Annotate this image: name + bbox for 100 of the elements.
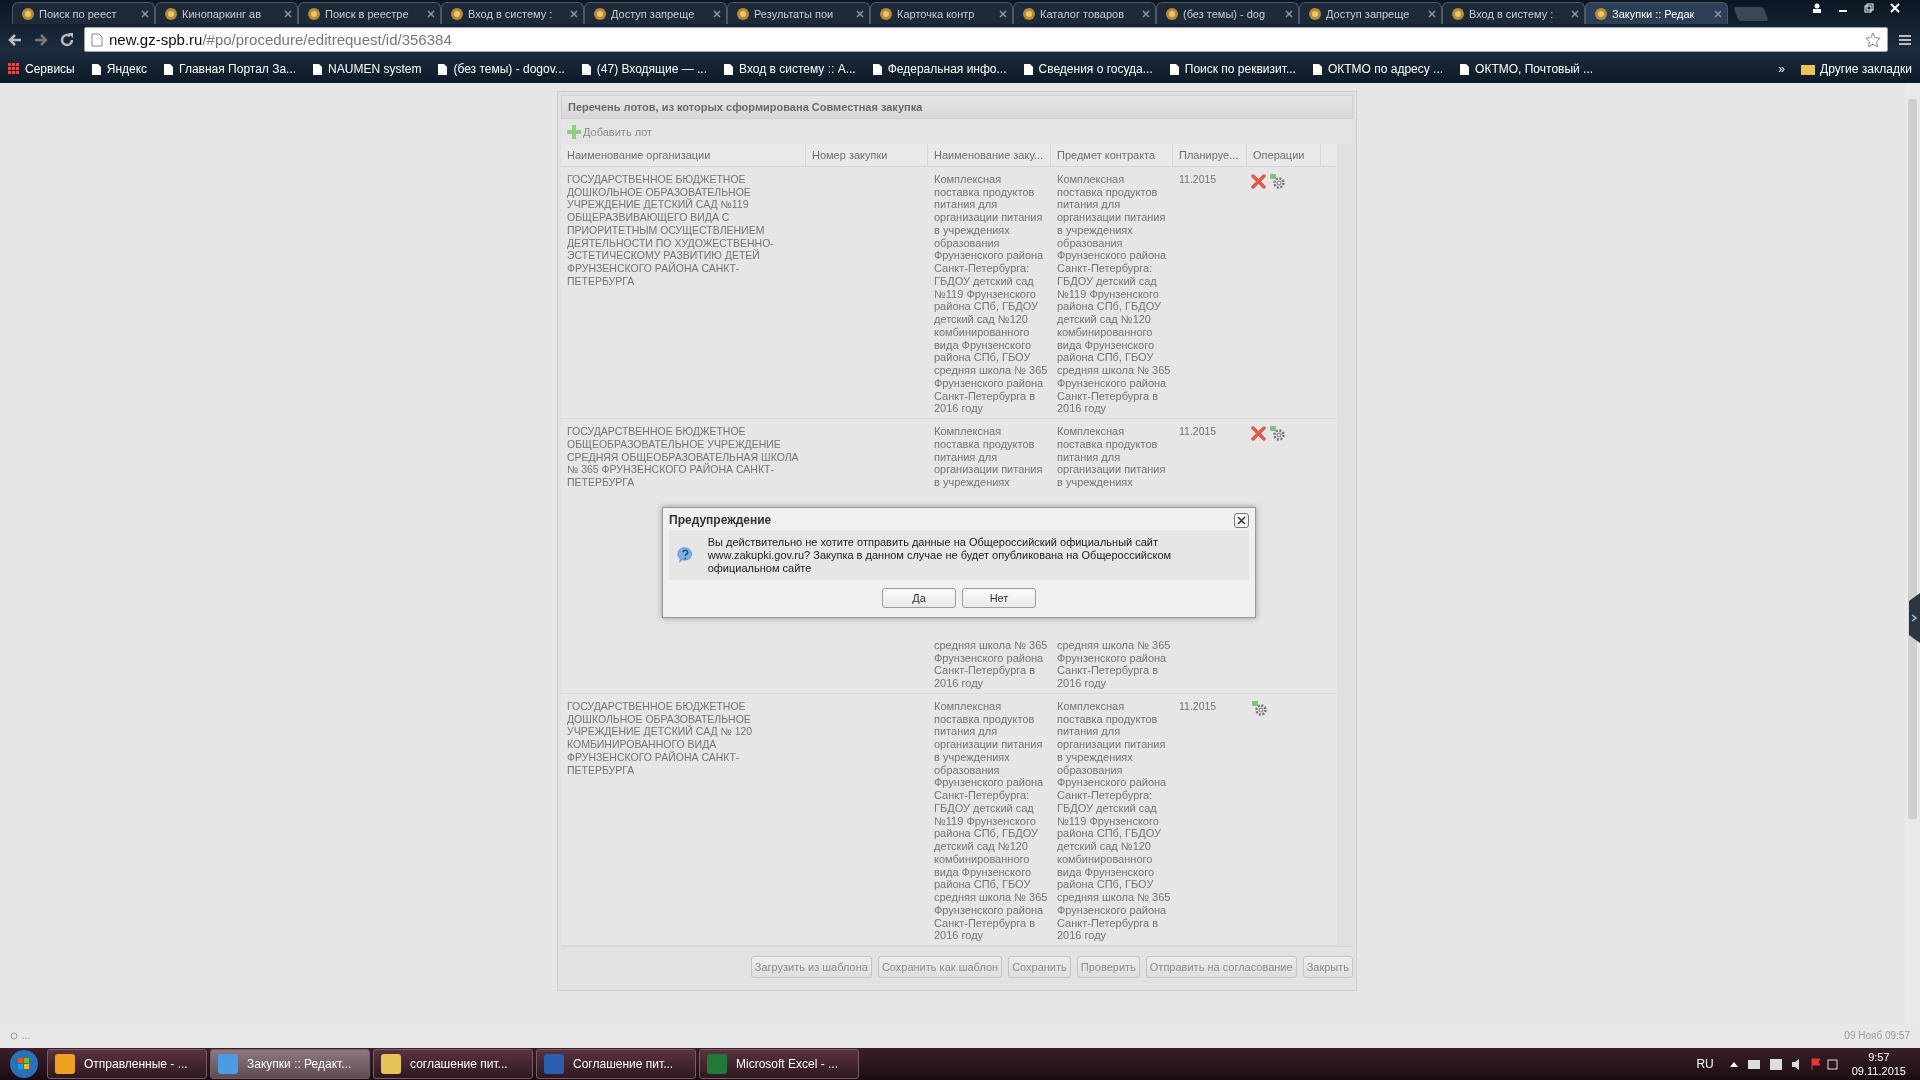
browser-tab[interactable]: (без темы) - dog xyxy=(1156,2,1299,24)
table-cell-text: 11.2015 xyxy=(1178,699,1218,713)
close-icon[interactable] xyxy=(713,9,721,18)
table-cell: средняя школа № 365 Фрунзенского района Санкт-Петербурга в 2016 году xyxy=(1057,638,1171,690)
table-cell-text: Комплексная поставка продуктов питания для организации питания в учреждениях xyxy=(1057,425,1167,489)
column-header[interactable]: Наименование заку... xyxy=(928,143,1051,166)
bookmark-link[interactable]: NAUMEN system xyxy=(312,62,422,76)
bookmark-link[interactable]: Поиск по реквизит... xyxy=(1168,62,1296,76)
close-icon[interactable] xyxy=(1142,9,1150,18)
page-icon xyxy=(1022,6,1036,21)
address-field[interactable]: new.gz-spb.ru/#po/procedure/editrequest/id/356384 xyxy=(84,27,1888,52)
bookmark-link[interactable]: ОКТМО по адресу ... xyxy=(1311,62,1444,76)
browser-tab[interactable]: Поиск в реестре xyxy=(298,2,441,24)
column-header[interactable]: Наименование организации xyxy=(561,143,806,166)
close-icon[interactable] xyxy=(1428,9,1436,18)
page-icon xyxy=(1594,6,1608,21)
browser-tab[interactable]: Поиск по реест xyxy=(12,2,155,24)
folder-icon xyxy=(1801,63,1816,75)
delete-icon[interactable] xyxy=(1251,172,1267,189)
browser-tab[interactable]: Доступ запреще xyxy=(584,2,727,24)
close-icon xyxy=(1890,3,1900,13)
taskbar-item[interactable]: Закупки :: Редакт... xyxy=(210,1049,370,1079)
bookmark-link[interactable]: ОКТМО, Почтовый ... xyxy=(1459,62,1594,76)
column-header[interactable]: Номер закупки xyxy=(806,143,928,166)
bookmark-link[interactable]: Яндекс xyxy=(90,62,148,76)
clock-date: 09.11.2015 xyxy=(1851,1064,1906,1078)
browser-tab[interactable]: Кинопаркинг ав xyxy=(155,2,298,24)
close-icon[interactable] xyxy=(999,9,1007,18)
browser-tab[interactable]: Карточка контр xyxy=(870,2,1013,24)
dialog-message: Вы действительно не хотите отправить данные на Общероссийский официальный сайт www.zakupki.gov.ru? Закупка в данном случае не будет опубликована на Общероссийском официальном сайте xyxy=(707,535,1173,575)
page-icon xyxy=(91,32,103,47)
page-icon xyxy=(879,6,893,21)
page-icon xyxy=(450,6,464,21)
bookmark-link[interactable]: (47) Входящие — ... xyxy=(580,62,708,76)
delete-icon[interactable] xyxy=(1251,425,1267,442)
dialog-button[interactable]: Да xyxy=(882,587,956,608)
bookmark-link[interactable]: Сведения о госуда... xyxy=(1022,62,1153,76)
page-icon xyxy=(1308,6,1322,21)
close-icon[interactable] xyxy=(141,9,149,18)
browser-tab[interactable]: Доступ запреще xyxy=(1299,2,1442,24)
bookmark-link[interactable]: Федеральная инфо... xyxy=(871,62,1007,76)
close-icon[interactable] xyxy=(427,9,435,18)
table-cell: Комплексная поставка продуктов питания для организации питания в учреждениях образования Фрунзенского района Санкт-Петербурга: ГБДОУ детский сад №119 Фрунзенского района СПб, ГБДОУ детский сад №120 комбинированного вида Фрунзенского района СПб, ГБОУ средняя школа № 365 Фрунзенского района Санкт-Петербурга в 2016 году xyxy=(1057,172,1171,416)
language-indicator[interactable]: RU xyxy=(1696,1057,1714,1071)
column-header[interactable]: Предмет контракта xyxy=(1051,143,1173,166)
close-icon[interactable] xyxy=(284,9,292,18)
minimize-icon xyxy=(1839,10,1847,12)
table-cell-text: ГОСУДАРСТВЕННОЕ БЮДЖЕТНОЕ ДОШКОЛЬНОЕ ОБРАЗОВАТЕЛЬНОЕ УЧРЕЖДЕНИЕ ДЕТСКИЙ САД №119 ОБЩЕРАЗВИВАЮЩЕГО ВИДА С ПРИОРИТЕТНЫМ ОСУЩЕСТВЛЕНИЕМ ДЕЯТЕЛЬНОСТИ ПО ХУДОЖЕСТВЕННО-ЭСТЕТИЧЕСКОМУ РАЗВИТИЮ ДЕТЕЙ ФРУНЗЕНСКОГО РАЙОНА САНКТ-ПЕТЕРБУРГА xyxy=(566,172,775,288)
close-icon[interactable] xyxy=(1571,9,1579,18)
taskbar-item[interactable]: Microsoft Excel - ... xyxy=(699,1049,859,1079)
page-icon xyxy=(437,62,449,76)
gear-icon[interactable] xyxy=(1251,699,1267,716)
bookmark-link[interactable]: Главная Портал За... xyxy=(163,62,297,76)
browser-tab[interactable]: Вход в систему : xyxy=(1442,2,1585,24)
table-cell-text: ГОСУДАРСТВЕННОЕ БЮДЖЕТНОЕ ОБЩЕОБРАЗОВАТЕЛЬНОЕ УЧРЕЖДЕНИЕ СРЕДНЯЯ ОБЩЕОБРАЗОВАТЕЛЬНАЯ ШКОЛА № 365 ФРУНЗЕНСКОГО РАЙОНА САНКТ-ПЕТЕРБУРГА xyxy=(566,425,800,489)
close-button[interactable] xyxy=(1234,512,1249,528)
app-icon xyxy=(543,1053,565,1075)
table-cell: Комплексная поставка продуктов питания для организации питания в учреждениях образования Фрунзенского района Санкт-Петербурга: ГБДОУ детский сад №119 Фрунзенского района СПб, ГБДОУ детский сад №120 комбинированного вида Фрунзенского района СПб, ГБОУ средняя школа № 365 Фрунзенского района Санкт-Петербурга в 2016 году xyxy=(934,699,1049,943)
page-icon xyxy=(736,6,750,21)
browser-tab[interactable]: Каталог товаров xyxy=(1013,2,1156,24)
gear-icon[interactable] xyxy=(1269,172,1285,189)
column-header[interactable]: Операции xyxy=(1247,143,1321,166)
browser-tab[interactable]: Вход в систему : xyxy=(441,2,584,24)
page-icon xyxy=(307,6,321,21)
taskbar-item[interactable]: соглашение пит... xyxy=(373,1049,533,1079)
panel-title: Перечень лотов, из которых сформирована Совместная закупка xyxy=(561,95,1353,120)
page-icon xyxy=(593,6,607,21)
close-icon[interactable] xyxy=(856,9,864,18)
browser-tab[interactable]: Закупки :: Редак xyxy=(1585,2,1728,24)
star-icon[interactable] xyxy=(1865,31,1881,48)
reload-icon[interactable] xyxy=(58,30,76,49)
column-header[interactable]: Планируе... xyxy=(1173,143,1247,166)
page-icon xyxy=(723,62,735,76)
status-date: 09 Нояб 09:57 xyxy=(1844,1030,1910,1041)
plus-icon xyxy=(567,124,581,139)
app-icon xyxy=(54,1053,76,1075)
close-icon xyxy=(1237,515,1246,525)
bookmark-link[interactable]: (без темы) - dogov... xyxy=(437,62,565,76)
bookmark-link[interactable]: Вход в систему :: А... xyxy=(723,62,856,76)
side-handle-icon[interactable] xyxy=(1906,593,1920,643)
close-icon[interactable] xyxy=(570,9,578,18)
bookmark-folder[interactable]: Другие закладки xyxy=(1801,62,1912,76)
page-icon xyxy=(1022,62,1034,76)
taskbar-item[interactable]: Отправленные - ... xyxy=(47,1049,207,1079)
table-cell-text: Комплексная поставка продуктов питания для организации питания в учреждениях xyxy=(934,425,1044,489)
table-cell-text: 11.2015 xyxy=(1178,425,1218,438)
more-bookmarks-button[interactable]: » xyxy=(1778,62,1786,76)
close-icon[interactable] xyxy=(1285,9,1293,18)
url-host: new.gz-spb.ru xyxy=(109,31,203,48)
apps-grid-icon xyxy=(8,63,20,75)
bookmark-link[interactable]: Сервисы xyxy=(8,62,75,76)
taskbar-item[interactable]: Соглашение пит... xyxy=(536,1049,696,1079)
page-icon xyxy=(21,6,35,21)
dialog-button[interactable]: Нет xyxy=(962,587,1036,608)
close-icon[interactable] xyxy=(1714,9,1722,18)
gear-icon[interactable] xyxy=(1269,425,1285,442)
tray-icons-drawing[interactable] xyxy=(1727,1057,1838,1071)
page-icon xyxy=(871,62,883,76)
page-icon xyxy=(1168,62,1180,76)
browser-tab[interactable]: Результаты пои xyxy=(727,2,870,24)
